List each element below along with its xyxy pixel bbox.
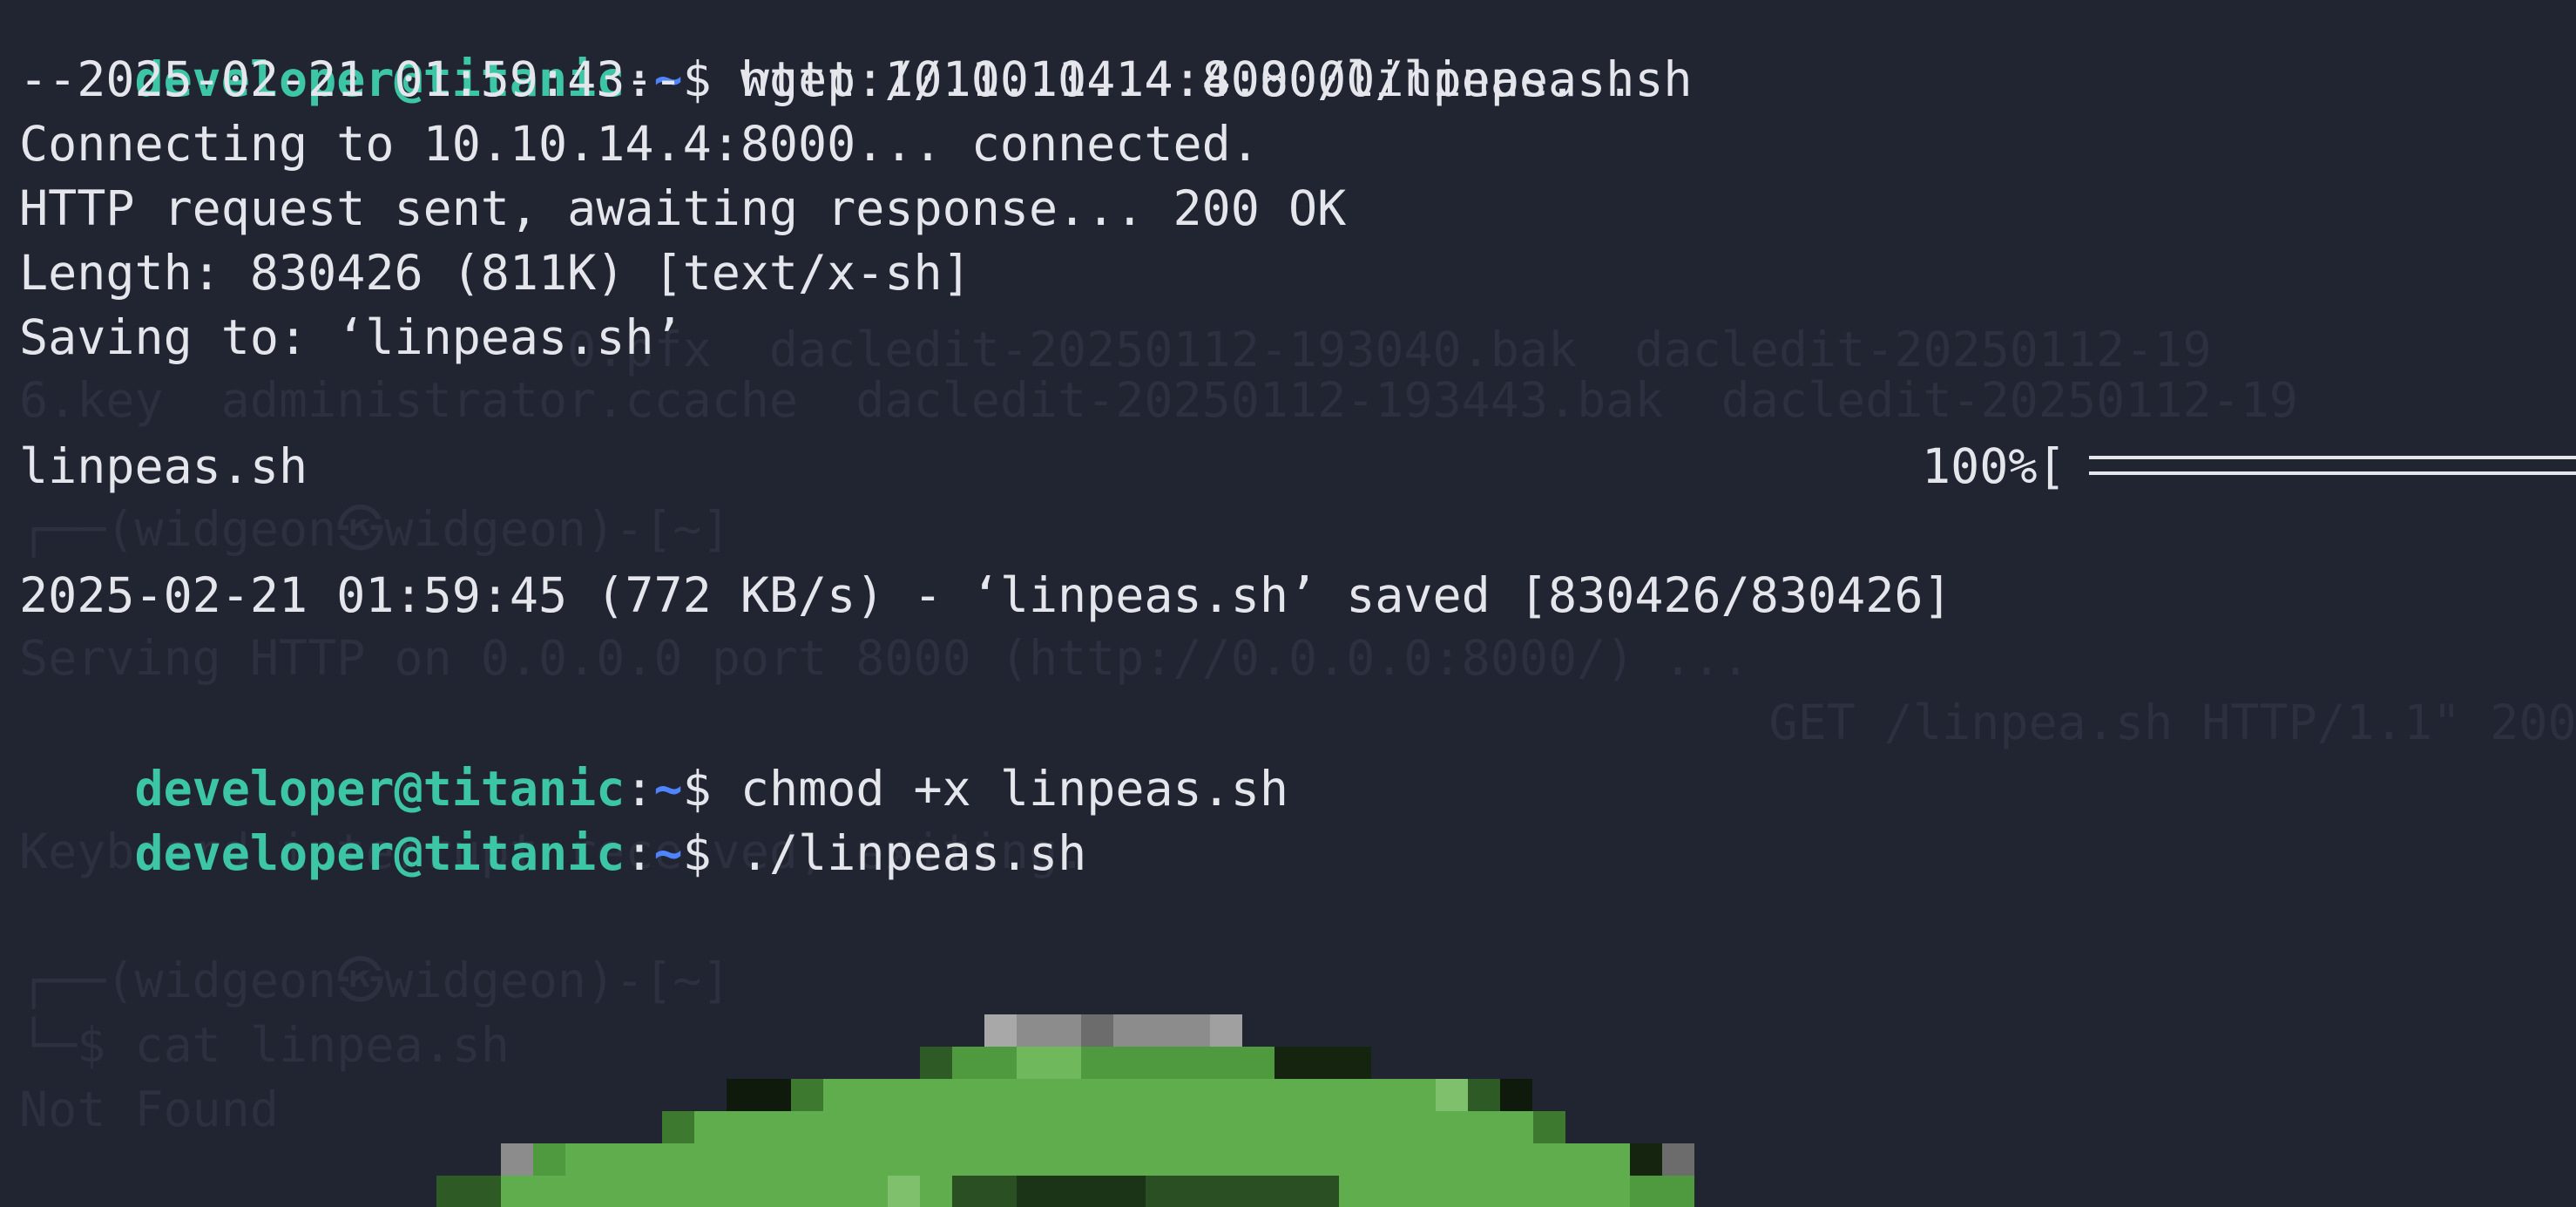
terminal-window[interactable]: 0.pfx dacledit-20250112-193040.bak dacle… <box>0 0 2576 1207</box>
linpeas-logo-icon <box>436 1014 1694 1207</box>
